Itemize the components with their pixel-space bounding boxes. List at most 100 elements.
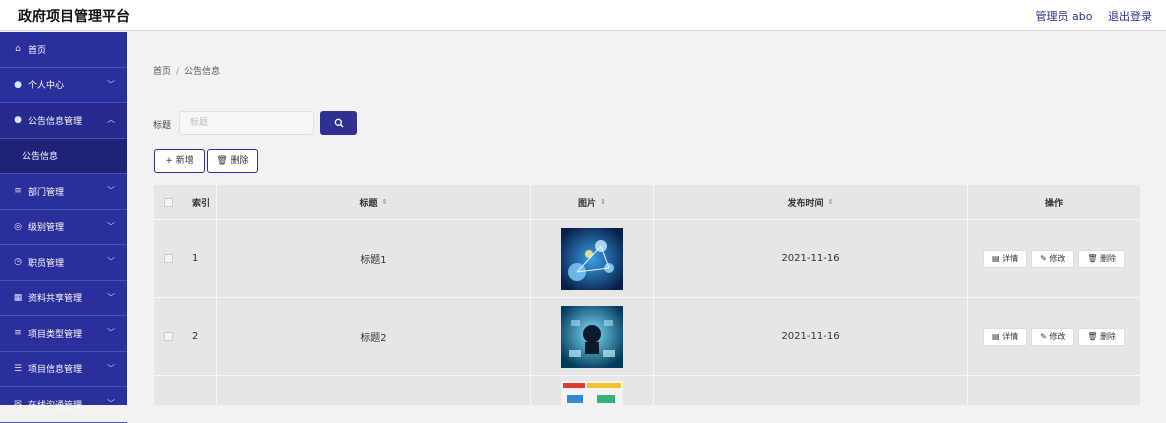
user-name[interactable]: 管理员 abo (1036, 10, 1093, 23)
user-icon: ● (14, 115, 22, 126)
chevron-down-icon: ﹀ (107, 292, 115, 302)
row-ops: ▤ 详情 ✎ 修改 🗑 删除 (968, 298, 1140, 375)
logout-link[interactable]: 退出登录 (1108, 10, 1152, 23)
delete-button[interactable]: 🗑 删除 (207, 149, 258, 173)
user-icon: ● (14, 79, 22, 90)
breadcrumb-home[interactable]: 首页 (153, 67, 171, 77)
sidebar-item-notice[interactable]: 公告信息 (0, 138, 127, 174)
sidebar: ⌂ 首页 ● 个人中心 ﹀ ● 公告信息管理 ︿ 公告信息 ≡ 部门管理 ﹀ ◎… (0, 32, 127, 423)
search-label: 标题 (153, 121, 172, 131)
chevron-down-icon: ﹀ (107, 79, 115, 89)
row-thumbnail[interactable] (561, 227, 623, 290)
trash-icon: 🗑 (1087, 331, 1098, 341)
header-title[interactable]: 标题 ⇕ (217, 185, 531, 219)
row-thumbnail[interactable] (561, 381, 623, 405)
row-checkbox[interactable] (163, 332, 173, 341)
sidebar-item-personal[interactable]: ● 个人中心 ﹀ (0, 68, 127, 103)
sidebar-item-project-type[interactable]: ≡ 项目类型管理 ﹀ (0, 316, 127, 352)
sort-icon: ⇕ (600, 198, 606, 206)
clock-icon: ◷ (14, 257, 22, 268)
row-image-cell (531, 298, 654, 375)
header-checkbox-cell (154, 185, 182, 219)
edit-button[interactable]: ✎ 修改 (1031, 327, 1075, 346)
delete-button-label: 删除 (230, 156, 249, 166)
header-image-label: 图片 (578, 198, 597, 209)
chevron-down-icon: ﹀ (107, 363, 115, 373)
detail-button[interactable]: ▤ 详情 (982, 327, 1028, 346)
mail-icon: ✉ (14, 399, 22, 410)
row-time: 2021-11-16 (654, 220, 968, 297)
main-content: 首页 / 公告信息 标题 标题 + 新增 🗑 删除 索引 标题 ⇕ 图片 ⇕ 发布时间 ⇕… (127, 32, 1166, 405)
add-button[interactable]: + 新增 (154, 149, 205, 173)
notice-table: 索引 标题 ⇕ 图片 ⇕ 发布时间 ⇕ 操作 1 标题1 2021-11-16 … (154, 185, 1140, 405)
edit-button[interactable]: ✎ 修改 (1031, 249, 1075, 268)
sidebar-item-staff[interactable]: ◷ 职员管理 ﹀ (0, 245, 127, 281)
detail-label: 详情 (1002, 253, 1019, 263)
detail-label: 详情 (1002, 331, 1019, 341)
pencil-icon: ✎ (1040, 253, 1047, 263)
row-index: 2 (182, 298, 217, 375)
row-checkbox-cell (154, 298, 182, 375)
table-row (154, 376, 1140, 405)
breadcrumb-separator: / (176, 67, 180, 77)
header-time-label: 发布时间 (787, 198, 824, 209)
sidebar-item-label: 职员管理 (28, 258, 65, 269)
user-area: 管理员 abo 退出登录 (1024, 8, 1152, 24)
header-image[interactable]: 图片 ⇕ (531, 185, 654, 219)
trash-icon: 🗑 (1087, 253, 1098, 263)
sort-icon: ⇕ (827, 198, 834, 206)
row-ops: ▤ 详情 ✎ 修改 🗑 删除 (968, 220, 1140, 297)
chevron-down-icon: ﹀ (107, 328, 115, 337)
document-icon: ▤ (991, 253, 1000, 263)
row-time (654, 376, 968, 405)
table-header-row: 索引 标题 ⇕ 图片 ⇕ 发布时间 ⇕ 操作 (154, 185, 1140, 220)
pencil-icon: ✎ (1040, 331, 1047, 341)
delete-label: 删除 (1100, 331, 1117, 341)
row-time: 2021-11-16 (654, 298, 968, 375)
row-index (182, 376, 217, 405)
row-index: 1 (182, 220, 217, 297)
row-checkbox-cell (154, 220, 182, 297)
table-row: 2 标题2 2021-11-16 ▤ 详情 ✎ 修改 🗑 删除 (154, 298, 1140, 376)
row-checkbox[interactable] (163, 254, 173, 263)
header-time[interactable]: 发布时间 ⇕ (654, 185, 968, 219)
sidebar-item-label: 个人中心 (28, 81, 65, 92)
sidebar-item-label: 项目信息管理 (28, 365, 83, 376)
circle-icon: ◎ (14, 221, 22, 232)
sidebar-item-sharing[interactable]: ▦ 资料共享管理 ﹀ (0, 281, 127, 316)
search-button[interactable] (320, 111, 357, 135)
row-title: 标题1 (217, 220, 531, 297)
search-input[interactable]: 标题 (179, 111, 314, 135)
sliders-icon: ☰ (13, 363, 23, 374)
document-icon: ▤ (991, 331, 1000, 341)
select-all-checkbox[interactable] (163, 197, 173, 207)
sidebar-item-label: 在线沟通管理 (28, 400, 83, 411)
row-delete-button[interactable]: 🗑 删除 (1078, 327, 1126, 346)
sidebar-item-home[interactable]: ⌂ 首页 (0, 32, 127, 68)
row-thumbnail[interactable] (561, 305, 623, 368)
home-icon: ⌂ (15, 44, 21, 55)
sidebar-item-label: 首页 (28, 45, 47, 56)
grid-icon: ▦ (13, 292, 23, 303)
edit-label: 修改 (1049, 331, 1066, 341)
header-index: 索引 (182, 185, 217, 219)
row-image-cell (531, 376, 654, 405)
search-icon (334, 118, 343, 128)
row-checkbox-cell (154, 376, 182, 405)
row-title (217, 376, 531, 405)
sidebar-item-label: 级别管理 (28, 223, 65, 234)
sidebar-item-label: 资料共享管理 (28, 294, 83, 305)
sidebar-item-project-info[interactable]: ☰ 项目信息管理 ﹀ (0, 352, 127, 387)
list-icon: ≡ (14, 186, 22, 197)
detail-button[interactable]: ▤ 详情 (982, 249, 1028, 268)
edit-label: 修改 (1049, 253, 1066, 263)
chevron-down-icon: ﹀ (107, 399, 115, 408)
row-image-cell (531, 220, 654, 297)
row-delete-button[interactable]: 🗑 删除 (1078, 249, 1126, 268)
sidebar-item-department[interactable]: ≡ 部门管理 ﹀ (0, 174, 127, 210)
sidebar-item-level[interactable]: ◎ 级别管理 ﹀ (0, 210, 127, 245)
top-bar: 政府项目管理平台 管理员 abo 退出登录 (0, 0, 1166, 31)
sidebar-item-notice-mgmt[interactable]: ● 公告信息管理 ︿ (0, 103, 127, 139)
chevron-down-icon: ﹀ (107, 257, 115, 266)
breadcrumb-current: 公告信息 (184, 67, 221, 77)
